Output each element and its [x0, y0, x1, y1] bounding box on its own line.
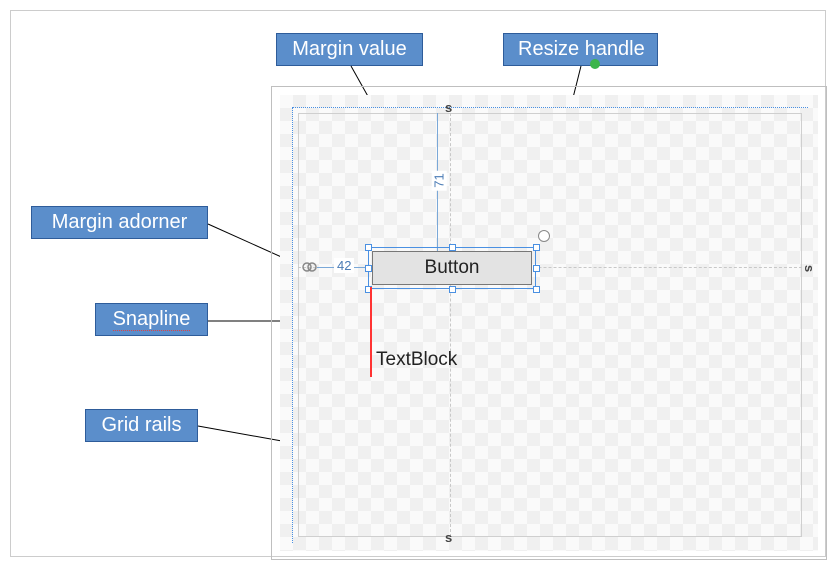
margin-adorner-left-icon[interactable]	[301, 259, 317, 275]
callout-snapline: Snapline	[95, 303, 208, 336]
layout-grid-border	[298, 113, 802, 537]
callout-grid-rails: Grid rails	[85, 409, 198, 442]
margin-top-value: 71	[432, 170, 447, 190]
callout-resize-handle: Resize handle	[503, 33, 658, 66]
rotate-resize-handle[interactable]	[538, 230, 550, 242]
grid-column-marker-bottom[interactable]: ѕ	[445, 530, 452, 545]
designer-button-label: Button	[425, 257, 480, 279]
callout-margin-adorner: Margin adorner	[31, 206, 208, 239]
designer-textblock-element[interactable]: TextBlock	[376, 349, 457, 371]
margin-left-value: 42	[334, 258, 354, 273]
callout-margin-value: Margin value	[276, 33, 423, 66]
diagram-frame: Margin value Resize handle Margin adorne…	[10, 10, 826, 557]
designer-canvas[interactable]: ѕ ѕ ѕ 71 42 Button	[271, 86, 827, 560]
snapline-vertical	[370, 287, 372, 377]
grid-row-marker[interactable]: ѕ	[802, 265, 817, 272]
grid-rail-vertical	[292, 107, 293, 543]
grid-rail-horizontal	[292, 107, 808, 108]
callout-snapline-text: Snapline	[113, 308, 191, 331]
designer-button-element[interactable]: Button	[372, 251, 532, 285]
grid-column-marker[interactable]: ѕ	[445, 100, 452, 115]
resize-handle-dot	[590, 59, 600, 69]
grid-column-line	[450, 113, 451, 537]
